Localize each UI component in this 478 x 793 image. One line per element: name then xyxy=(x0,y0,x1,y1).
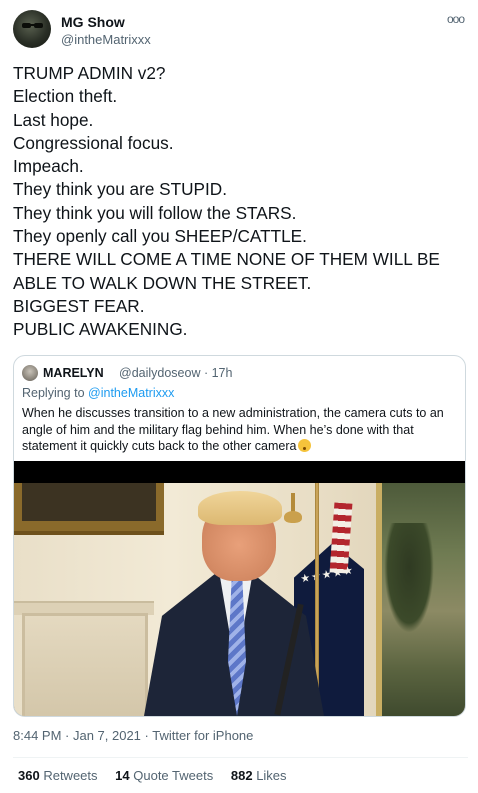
quote-tweets-stat[interactable]: 14 Quote Tweets xyxy=(115,768,213,783)
thinking-face-emoji-icon xyxy=(298,439,312,452)
quoted-tweet-header: MARELYN @dailydoseow · 17h xyxy=(22,365,452,383)
author-display-name[interactable]: MG Show xyxy=(61,14,125,30)
quoted-author-name[interactable]: MARELYN xyxy=(43,366,104,380)
tweet-stats: 360 Retweets 14 Quote Tweets 882 Likes xyxy=(18,768,301,783)
tweet-line: They think you will follow the STARS. xyxy=(13,202,297,223)
quoted-video-player[interactable]: ★★★★★ xyxy=(14,461,465,716)
retweets-count: 360 xyxy=(18,768,40,783)
replying-to-handle-link[interactable]: @intheMatrixxx xyxy=(88,386,174,400)
tweet-timestamp[interactable]: 8:44 PM · Jan 7, 2021 · Twitter for iPho… xyxy=(13,728,253,743)
likes-stat[interactable]: 882 Likes xyxy=(231,768,287,783)
tweet-line: Impeach. xyxy=(13,156,84,177)
tweet-line: THERE WILL COME A TIME NONE OF THEM WILL… xyxy=(13,249,440,270)
video-speaker-hair xyxy=(198,491,282,525)
quoted-text-line: angle of him and the military flag behin… xyxy=(22,422,414,437)
stats-divider xyxy=(13,757,468,758)
tweet-line: Congressional focus. xyxy=(13,132,174,153)
tweet-line: BIGGEST FEAR. xyxy=(13,295,145,316)
tweet-line: TRUMP ADMIN v2? xyxy=(13,63,166,83)
likes-label: Likes xyxy=(256,768,287,783)
more-options-icon[interactable]: ooo xyxy=(447,12,465,26)
video-picture-frame-canvas xyxy=(22,483,156,521)
tweet-line: ABLE TO WALK DOWN THE STREET. xyxy=(13,272,312,293)
quote-tweets-label: Quote Tweets xyxy=(133,768,214,783)
author-handle[interactable]: @intheMatrixxx xyxy=(61,32,151,47)
video-frame-image: ★★★★★ xyxy=(14,483,465,716)
quoted-text-line: When he discusses transition to a new ad… xyxy=(22,406,444,420)
quoted-author-avatar[interactable] xyxy=(22,365,38,381)
video-wall-sconce xyxy=(282,493,304,527)
retweets-label: Retweets xyxy=(43,768,98,783)
retweets-stat[interactable]: 360 Retweets xyxy=(18,768,98,783)
tweet-line: They openly call you SHEEP/CATTLE. xyxy=(13,226,307,247)
quoted-text-line: statement it quickly cuts back to the ot… xyxy=(22,438,458,455)
avatar-sunglasses-right xyxy=(34,23,43,28)
quoted-tweet-text: When he discusses transition to a new ad… xyxy=(22,405,458,455)
quoted-text-line-content: statement it quickly cuts back to the ot… xyxy=(22,439,297,453)
quoted-tweet-card[interactable]: MARELYN @dailydoseow · 17h Replying to @… xyxy=(13,355,466,717)
quoted-author-handle-time: @dailydoseow · 17h xyxy=(119,366,233,380)
sconce-bulb xyxy=(284,511,302,523)
author-avatar[interactable] xyxy=(13,10,51,48)
replying-to: Replying to @intheMatrixxx xyxy=(22,386,174,400)
replying-to-prefix: Replying to xyxy=(22,386,85,400)
likes-count: 882 xyxy=(230,768,253,783)
video-painting-tree xyxy=(384,523,434,633)
tweet-line: Last hope. xyxy=(13,109,94,130)
tweet-text: TRUMP ADMIN v2? Election theft. Last hop… xyxy=(13,62,468,342)
tweet-line: Election theft. xyxy=(13,86,118,107)
tweet-header: MG Show @intheMatrixxx ooo xyxy=(13,8,468,52)
video-picture-frame xyxy=(14,483,164,535)
quote-tweets-count: 14 xyxy=(115,768,130,783)
tweet-line: They think you are STUPID. xyxy=(13,179,227,200)
tweet-line: PUBLIC AWAKENING. xyxy=(13,319,188,340)
sconce-arm xyxy=(291,493,295,513)
video-fireplace xyxy=(22,613,148,716)
